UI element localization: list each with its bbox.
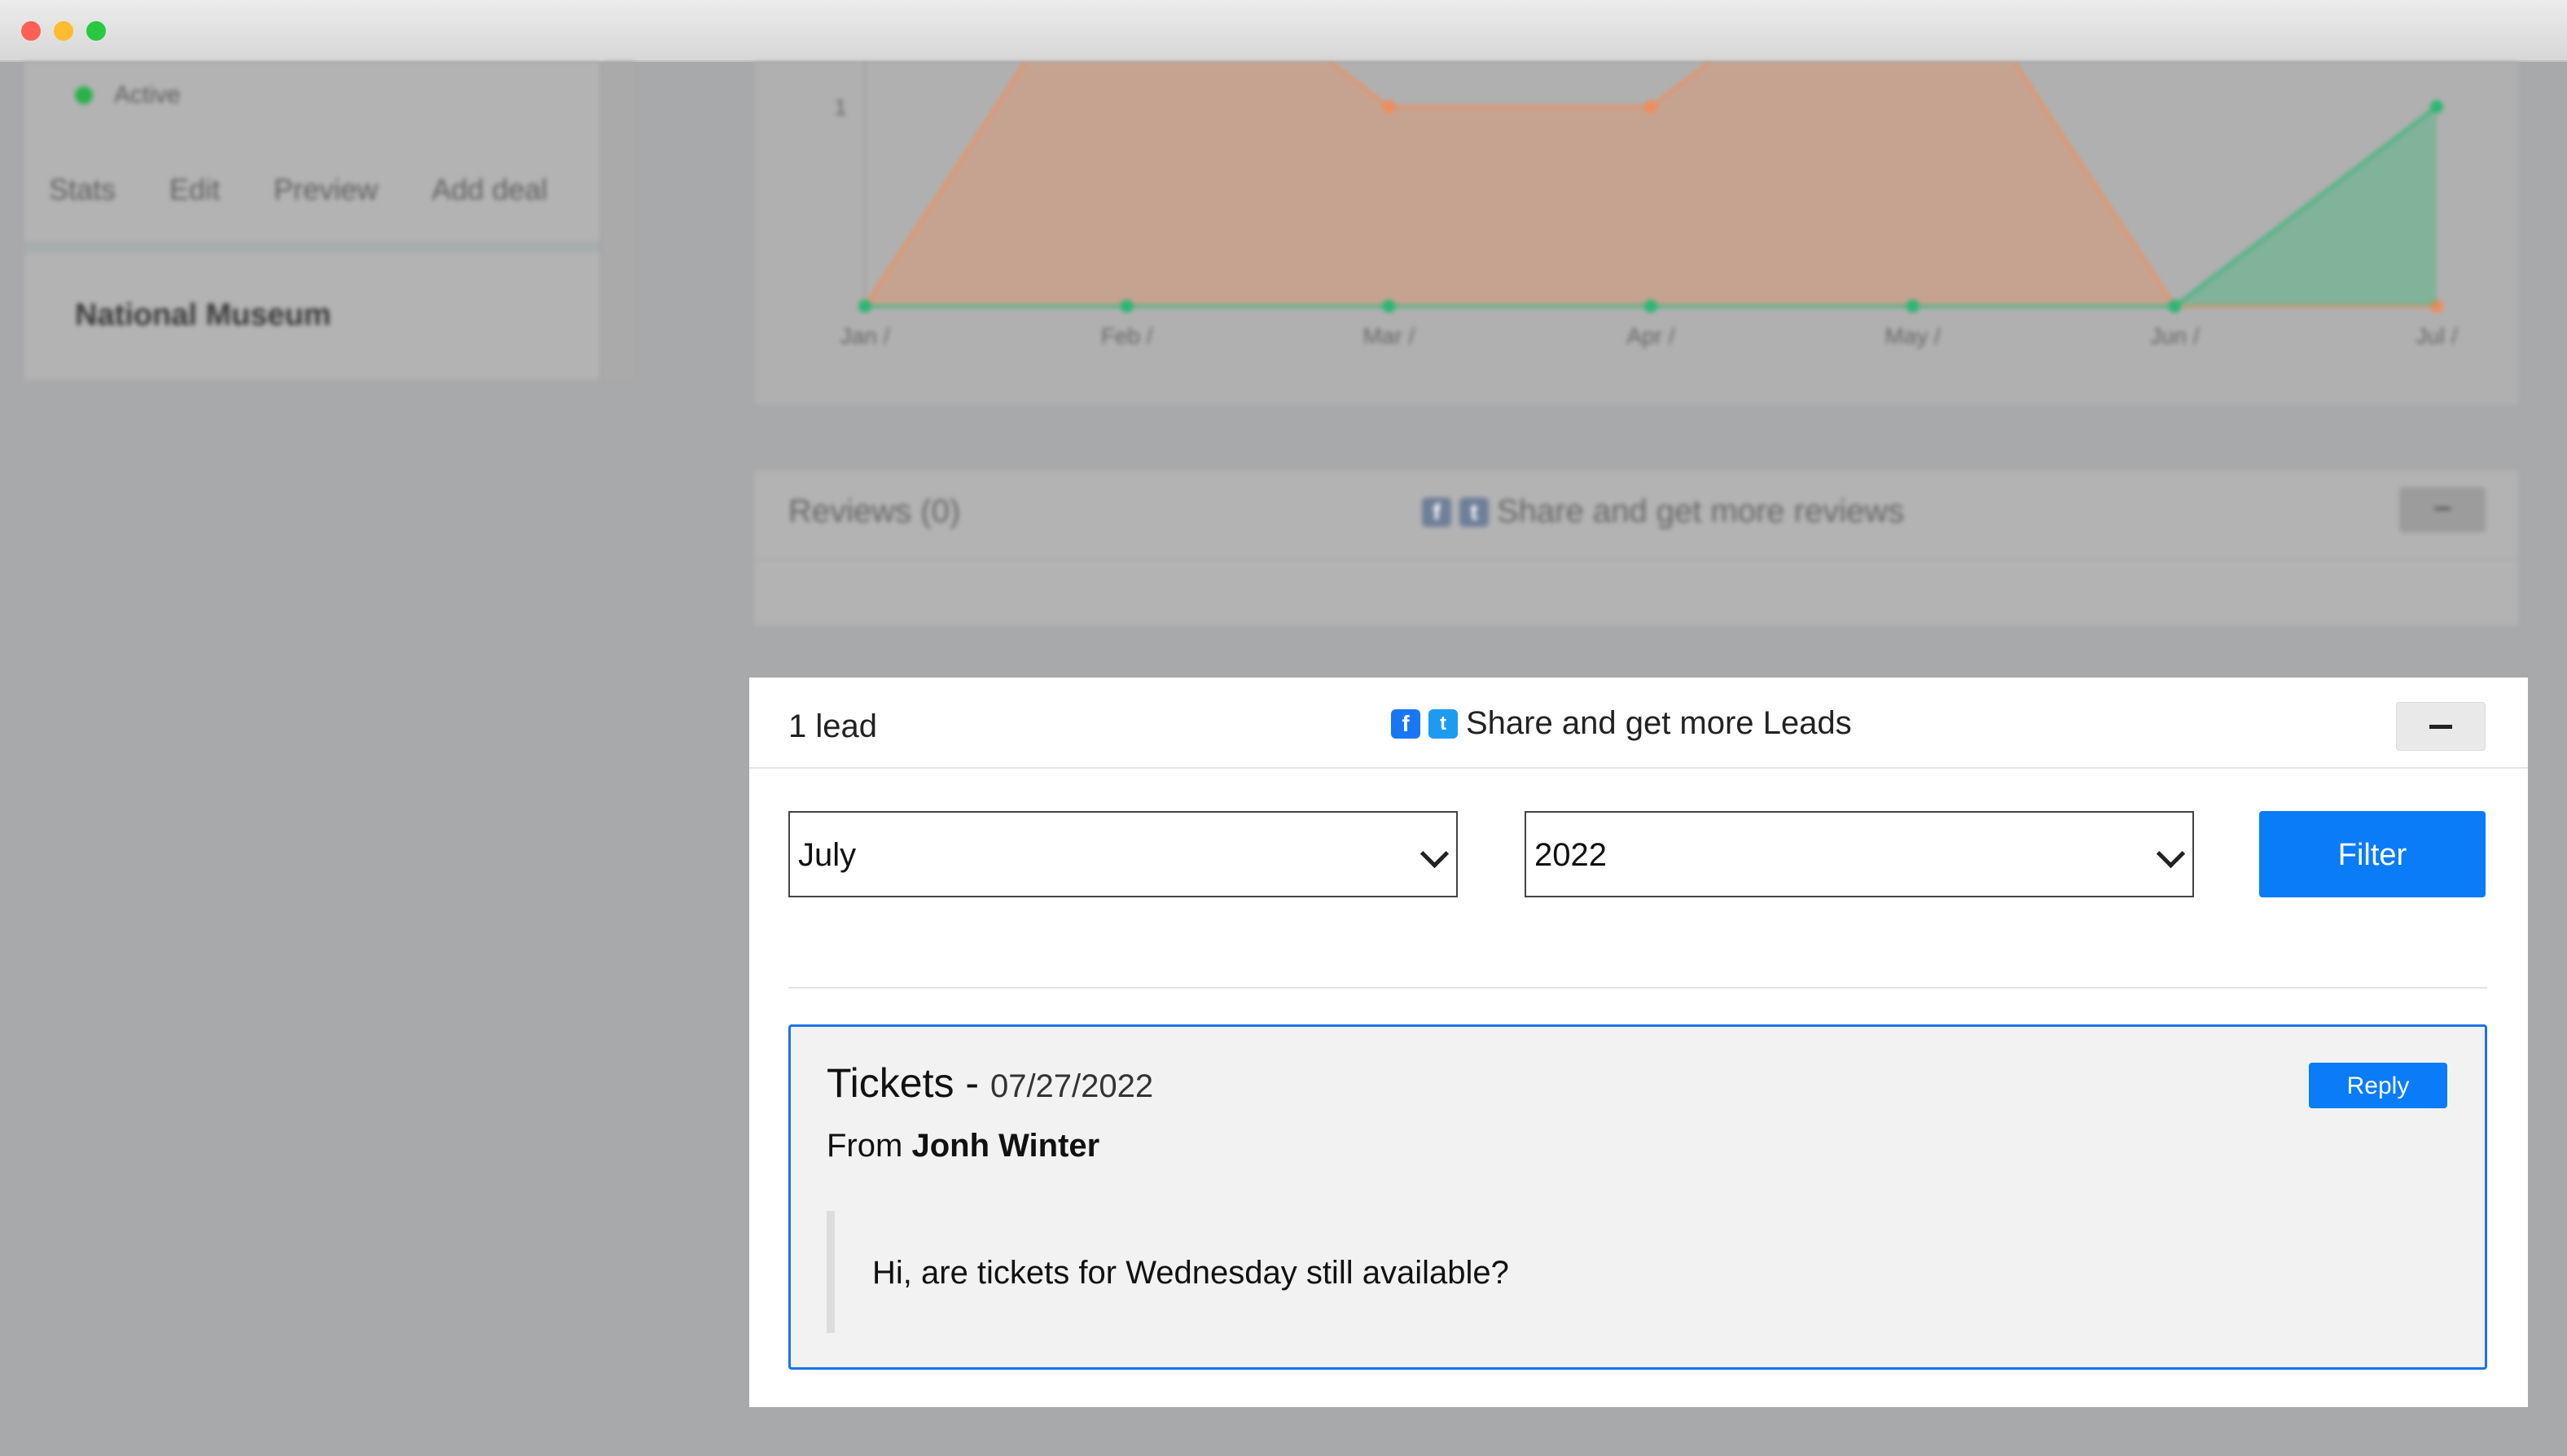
lead-subject: Tickets - xyxy=(827,1060,980,1106)
lead-item: Tickets - 07/27/2022 From Jonh Winter Re… xyxy=(788,1024,2487,1370)
series-0-point xyxy=(1382,100,1396,113)
facebook-icon[interactable]: f xyxy=(1391,708,1420,739)
quote-bar xyxy=(827,1211,835,1333)
reply-button[interactable]: Reply xyxy=(2309,1063,2447,1108)
x-tick-label: Feb / xyxy=(1101,323,1153,349)
minimize-window-icon[interactable] xyxy=(54,21,73,41)
leads-header: 1 lead f t Share and get more Leads xyxy=(749,678,2528,769)
facebook-icon[interactable]: f xyxy=(1422,497,1451,527)
tab-add-deal[interactable]: Add deal xyxy=(432,173,547,207)
series-1-point xyxy=(858,300,871,313)
leads-collapse-button[interactable] xyxy=(2396,702,2486,751)
reviews-title: Reviews (0) xyxy=(788,493,961,529)
y-tick-label: 1 xyxy=(834,94,847,120)
lead-date: 07/27/2022 xyxy=(990,1068,1154,1104)
leads-share-text: Share and get more Leads xyxy=(1466,705,1852,741)
lead-title: Tickets - 07/27/2022 xyxy=(827,1059,1153,1107)
status-dot-icon xyxy=(75,86,93,104)
month-select[interactable]: July xyxy=(788,811,1458,897)
series-1-point xyxy=(1120,300,1134,313)
sidebar-divider xyxy=(24,241,599,252)
listing-sidebar: Active Stats Edit Preview Add deal Natio… xyxy=(24,62,599,379)
series-1-point xyxy=(2168,300,2182,313)
chevron-down-icon xyxy=(1420,839,1450,869)
divider xyxy=(788,987,2487,989)
tab-edit[interactable]: Edit xyxy=(169,173,220,207)
x-tick-label: Mar / xyxy=(1362,323,1415,349)
month-select-value: July xyxy=(798,837,857,873)
sidebar-scrollbar[interactable] xyxy=(604,62,634,379)
tab-stats[interactable]: Stats xyxy=(49,173,116,207)
reviews-header: Reviews (0) f t Share and get more revie… xyxy=(754,471,2518,560)
reviews-share-text: Share and get more reviews xyxy=(1497,493,1905,529)
sidebar-tabs: Stats Edit Preview Add deal xyxy=(49,173,547,207)
close-window-icon[interactable] xyxy=(21,21,41,41)
lead-message: Hi, are tickets for Wednesday still avai… xyxy=(872,1255,1509,1291)
series-0-area xyxy=(865,62,2437,306)
twitter-icon[interactable]: t xyxy=(1428,708,1458,739)
x-tick-label: May / xyxy=(1885,323,1941,349)
museum-name: National Museum xyxy=(75,298,331,332)
lead-from: From Jonh Winter xyxy=(827,1128,1099,1164)
leads-panel: 1 lead f t Share and get more Leads July… xyxy=(749,678,2528,1407)
x-tick-label: Jan / xyxy=(840,323,890,349)
minus-icon xyxy=(2429,725,2452,729)
leads-area-chart: Jan / Feb / Mar / Apr / May / Jun / Jul / 1 xyxy=(834,62,2458,349)
x-tick-label: Jun / xyxy=(2150,323,2200,349)
status-text: Active xyxy=(114,81,181,108)
filter-button[interactable]: Filter xyxy=(2259,811,2486,897)
maximize-window-icon[interactable] xyxy=(86,21,106,41)
reviews-collapse-button[interactable]: − xyxy=(2399,487,2486,533)
series-1-point xyxy=(2430,100,2443,113)
lead-from-prefix: From xyxy=(827,1128,903,1164)
tab-preview[interactable]: Preview xyxy=(274,173,378,207)
year-select-value: 2022 xyxy=(1534,837,1607,873)
series-1-point xyxy=(1644,300,1657,313)
x-tick-label: Apr / xyxy=(1626,323,1674,349)
twitter-icon[interactable]: t xyxy=(1459,497,1489,527)
year-select[interactable]: 2022 xyxy=(1525,811,2194,897)
series-1-point xyxy=(1382,300,1396,313)
window-titlebar xyxy=(0,0,2567,62)
leads-count: 1 lead xyxy=(788,708,877,744)
chevron-down-icon xyxy=(2156,839,2186,869)
lead-from-name: Jonh Winter xyxy=(911,1128,1100,1164)
x-tick-label: Jul / xyxy=(2416,323,2458,349)
stats-chart-panel: Jan / Feb / Mar / Apr / May / Jun / Jul / 1 xyxy=(754,62,2518,404)
series-0-point xyxy=(1644,100,1657,113)
leads-share: f t Share and get more Leads xyxy=(1391,705,1852,742)
series-1-point xyxy=(1906,300,1920,313)
reviews-panel: Reviews (0) f t Share and get more revie… xyxy=(754,471,2518,625)
reviews-share: f t Share and get more reviews xyxy=(1422,493,1904,530)
